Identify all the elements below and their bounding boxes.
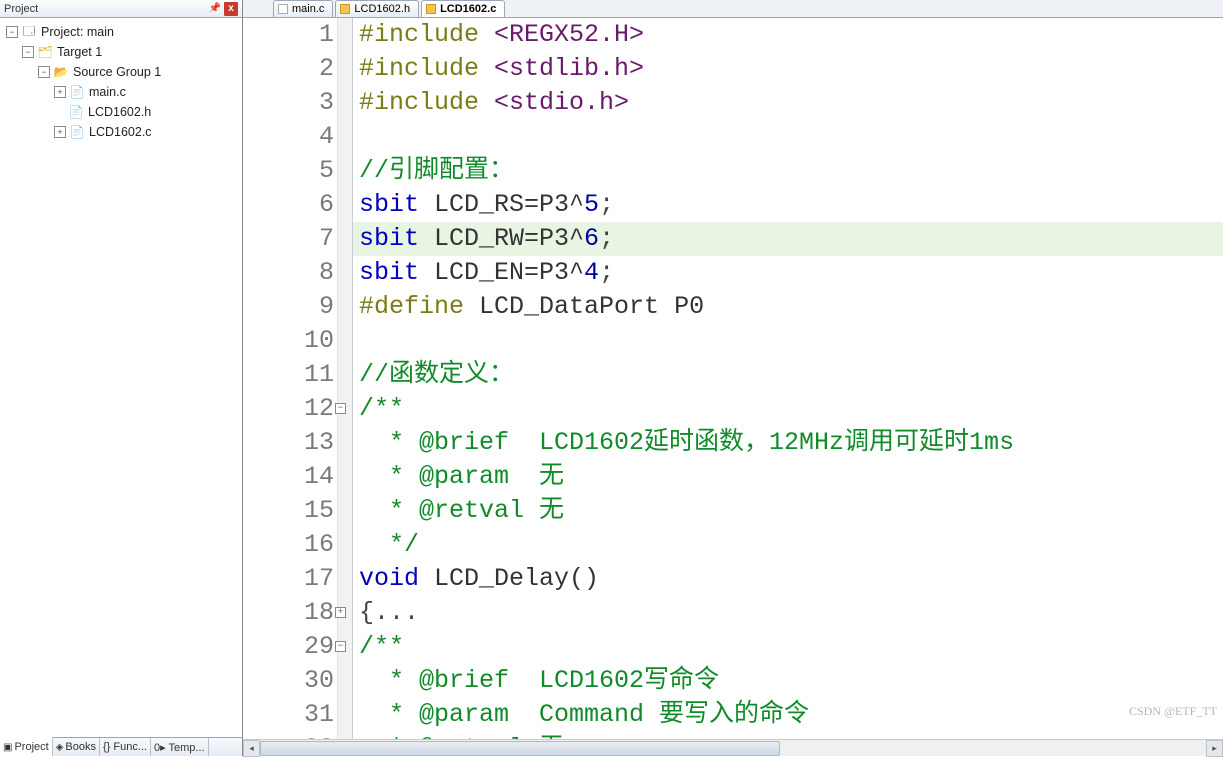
tree-file[interactable]: + 📄 main.c	[0, 82, 242, 102]
books-icon: ◈	[56, 742, 64, 753]
tab-templates[interactable]: 0▸ Temp...	[151, 738, 209, 756]
code-line[interactable]: */	[353, 528, 1223, 562]
project-icon: 🗔	[21, 24, 37, 40]
code-line[interactable]: #define LCD_DataPort P0	[353, 290, 1223, 324]
fold-toggle[interactable]: +	[335, 607, 346, 618]
editor-panel: main.c LCD1602.h LCD1602.c 1234567891011…	[243, 0, 1223, 756]
code-editor[interactable]: 123456789101112−131415161718+29−303132 #…	[243, 18, 1223, 739]
code-line[interactable]: sbit LCD_EN=P3^4;	[353, 256, 1223, 290]
expander-icon[interactable]: −	[22, 46, 34, 58]
c-file-icon: 📄	[69, 84, 85, 100]
scroll-right-icon[interactable]: ▸	[1206, 740, 1223, 757]
c-file-icon: 📄	[69, 124, 85, 140]
code-line[interactable]: //函数定义：	[353, 358, 1223, 392]
code-line[interactable]: sbit LCD_RS=P3^5;	[353, 188, 1223, 222]
code-line[interactable]: * @param 无	[353, 460, 1223, 494]
tree-file[interactable]: + 📄 LCD1602.c	[0, 122, 242, 142]
scroll-thumb[interactable]	[260, 741, 780, 756]
file-icon	[278, 4, 288, 14]
tree-label: LCD1602.h	[88, 105, 151, 119]
code-line[interactable]: * @brief LCD1602延时函数，12MHz调用可延时1ms	[353, 426, 1223, 460]
tree-file[interactable]: 📄 LCD1602.h	[0, 102, 242, 122]
code-line[interactable]: #include <REGX52.H>	[353, 18, 1223, 52]
file-tab-lcd1602h[interactable]: LCD1602.h	[335, 0, 419, 17]
code-line[interactable]: void LCD_Delay()	[353, 562, 1223, 596]
folder-icon: 📂	[53, 64, 69, 80]
close-icon[interactable]: x	[224, 2, 238, 16]
code-line[interactable]: * @brief LCD1602写命令	[353, 664, 1223, 698]
h-file-icon: 📄	[68, 104, 84, 120]
code-body[interactable]: #include <REGX52.H>#include <stdlib.h>#i…	[353, 18, 1223, 739]
fold-toggle[interactable]: −	[335, 641, 346, 652]
code-line[interactable]: * @param Command 要写入的命令	[353, 698, 1223, 732]
code-line[interactable]: //引脚配置：	[353, 154, 1223, 188]
file-tab-strip: main.c LCD1602.h LCD1602.c	[243, 0, 1223, 18]
expander-icon[interactable]: −	[38, 66, 50, 78]
code-line[interactable]: * @retval 无	[353, 494, 1223, 528]
panel-header: Project 📌 x	[0, 0, 242, 18]
tree-label: LCD1602.c	[89, 125, 152, 139]
tab-project[interactable]: ▣Project	[0, 737, 53, 756]
tree-target[interactable]: − 🗂 Target 1	[0, 42, 242, 62]
project-panel: Project 📌 x − 🗔 Project: main − 🗂 Target…	[0, 0, 243, 756]
expander-icon[interactable]: −	[6, 26, 18, 38]
line-gutter: 123456789101112−131415161718+29−303132	[243, 18, 353, 739]
code-line[interactable]: {...	[353, 596, 1223, 630]
panel-title: Project	[4, 3, 206, 15]
scroll-left-icon[interactable]: ◂	[243, 740, 260, 757]
code-line[interactable]: * @retval 无	[353, 732, 1223, 739]
tab-functions[interactable]: {} Func...	[100, 738, 151, 756]
modified-icon	[340, 4, 350, 14]
expander-icon[interactable]: +	[54, 86, 66, 98]
tree-label: Project: main	[41, 25, 114, 39]
project-tree[interactable]: − 🗔 Project: main − 🗂 Target 1 − 📂 Sourc…	[0, 18, 242, 737]
tree-label: Target 1	[57, 45, 102, 59]
file-tab-lcd1602c[interactable]: LCD1602.c	[421, 0, 505, 17]
pin-icon[interactable]: 📌	[208, 2, 222, 16]
tree-label: main.c	[89, 85, 126, 99]
code-line[interactable]: #include <stdio.h>	[353, 86, 1223, 120]
code-line[interactable]: /**	[353, 392, 1223, 426]
code-line[interactable]	[353, 120, 1223, 154]
bottom-tabs: ▣Project ◈Books {} Func... 0▸ Temp...	[0, 737, 242, 756]
modified-icon	[426, 4, 436, 14]
watermark: CSDN @ETF_TT	[1129, 704, 1217, 719]
tree-root[interactable]: − 🗔 Project: main	[0, 22, 242, 42]
fold-column	[337, 18, 352, 739]
scroll-track[interactable]	[260, 740, 1206, 757]
tree-group[interactable]: − 📂 Source Group 1	[0, 62, 242, 82]
horizontal-scrollbar[interactable]: ◂ ▸	[243, 739, 1223, 756]
fold-toggle[interactable]: −	[335, 403, 346, 414]
tab-books[interactable]: ◈Books	[53, 738, 100, 756]
project-icon: ▣	[3, 742, 12, 753]
expander-icon[interactable]: +	[54, 126, 66, 138]
file-tab-main[interactable]: main.c	[273, 0, 333, 17]
code-line[interactable]: /**	[353, 630, 1223, 664]
code-line[interactable]: #include <stdlib.h>	[353, 52, 1223, 86]
tree-label: Source Group 1	[73, 65, 161, 79]
code-line[interactable]	[353, 324, 1223, 358]
folder-icon: 🗂	[37, 44, 53, 60]
